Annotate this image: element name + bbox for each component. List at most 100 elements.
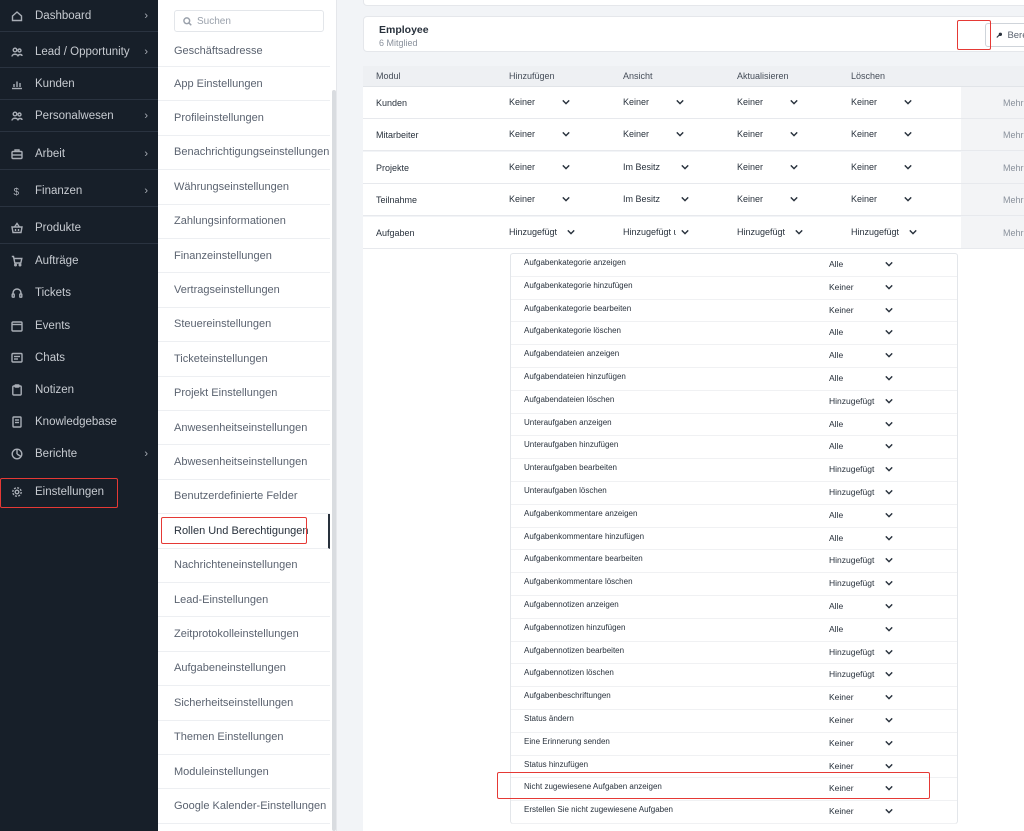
sidebar-item-events[interactable]: Events xyxy=(0,310,158,342)
permissions-button[interactable]: Berechtigungen xyxy=(985,23,1024,47)
sidebar-item-knowledgebase[interactable]: Knowledgebase xyxy=(0,406,158,438)
task-permission-select[interactable]: Alle xyxy=(829,510,893,520)
sidebar-item-auftraege[interactable]: Aufträge xyxy=(0,245,158,277)
chevron-down-icon xyxy=(877,375,893,381)
settings-item-moduleinstellungen[interactable]: Moduleinstellungen xyxy=(158,755,330,790)
permission-select-add[interactable]: Keiner xyxy=(509,162,570,172)
task-permission-select[interactable]: Keiner xyxy=(829,783,893,793)
settings-item-benachrichtigungseinstellungen[interactable]: Benachrichtigungseinstellungen xyxy=(158,136,330,171)
settings-item-waehrungseinstellungen[interactable]: Währungseinstellungen xyxy=(158,170,330,205)
task-permission-label: Eine Erinnerung senden xyxy=(524,736,610,746)
sidebar-item-notizen[interactable]: Notizen xyxy=(0,374,158,406)
more-link[interactable]: Mehr xyxy=(1003,163,1024,173)
more-link[interactable]: Mehr xyxy=(1003,195,1024,205)
settings-item-google-kalender-einstellungen[interactable]: Google Kalender-Einstellungen xyxy=(158,789,330,824)
permission-select-view[interactable]: Keiner xyxy=(623,97,684,107)
more-link[interactable]: Mehr xyxy=(1003,98,1024,108)
permission-select-delete[interactable]: Keiner xyxy=(851,129,912,139)
sidebar-item-finanzen[interactable]: $ Finanzen › xyxy=(0,175,158,207)
settings-item-themen-einstellungen[interactable]: Themen Einstellungen xyxy=(158,721,330,755)
sidebar-item-einstellungen[interactable]: Einstellungen xyxy=(0,476,158,508)
task-permission-select[interactable]: Keiner xyxy=(829,761,893,771)
sidebar-item-berichte[interactable]: Berichte › xyxy=(0,438,158,470)
permission-select-update[interactable]: Keiner xyxy=(737,194,798,204)
task-permission-row: Aufgabennotizen bearbeiten Hinzugefügt xyxy=(511,642,957,665)
task-permission-select[interactable]: Alle xyxy=(829,533,893,543)
more-link[interactable]: Mehr xyxy=(1003,228,1024,238)
select-value: Alle xyxy=(829,350,844,361)
permission-select-update[interactable]: Keiner xyxy=(737,97,798,107)
task-permission-row: Aufgabennotizen hinzufügen Alle xyxy=(511,619,957,642)
permission-select-update[interactable]: Keiner xyxy=(737,162,798,172)
settings-item-benutzerdefinierte-felder[interactable]: Benutzerdefinierte Felder xyxy=(158,480,330,515)
more-link[interactable]: Mehr xyxy=(1003,130,1024,140)
task-permission-select[interactable]: Alle xyxy=(829,373,893,383)
settings-item-steuereinstellungen[interactable]: Steuereinstellungen xyxy=(158,308,330,343)
permission-select-view[interactable]: Im Besitz xyxy=(623,162,689,172)
task-permission-select[interactable]: Hinzugefügt xyxy=(829,669,893,679)
settings-item-profileinstellungen[interactable]: Profileinstellungen xyxy=(158,101,330,136)
settings-item-app-einstellungen[interactable]: App Einstellungen xyxy=(158,67,330,102)
task-permission-select[interactable]: Keiner xyxy=(829,738,893,748)
settings-item-anwesenheitseinstellungen[interactable]: Anwesenheitseinstellungen xyxy=(158,411,330,446)
task-permission-select[interactable]: Hinzugefügt xyxy=(829,578,893,588)
settings-item-finanzeinstellungen[interactable]: Finanzeinstellungen xyxy=(158,239,330,274)
sidebar-item-arbeit[interactable]: Arbeit › xyxy=(0,138,158,170)
task-permission-select[interactable]: Alle xyxy=(829,441,893,451)
settings-search[interactable] xyxy=(174,10,324,32)
permission-select-delete[interactable]: Hinzugefügt xyxy=(851,227,917,237)
settings-item-abwesenheitseinstellungen[interactable]: Abwesenheitseinstellungen xyxy=(158,445,330,480)
settings-item-aufgabeneinstellungen[interactable]: Aufgabeneinstellungen xyxy=(158,652,330,687)
permission-select-update[interactable]: Hinzugefügt xyxy=(737,227,803,237)
task-permission-select[interactable]: Keiner xyxy=(829,305,893,315)
permission-select-update[interactable]: Keiner xyxy=(737,129,798,139)
sidebar-item-dashboard[interactable]: Dashboard › xyxy=(0,0,158,32)
task-permission-select[interactable]: Keiner xyxy=(829,282,893,292)
permission-select-add[interactable]: Keiner xyxy=(509,194,570,204)
settings-item-zeitprotokolleinstellungen[interactable]: Zeitprotokolleinstellungen xyxy=(158,617,330,652)
settings-item-lead-einstellungen[interactable]: Lead-Einstellungen xyxy=(158,583,330,618)
permission-select-view[interactable]: Keiner xyxy=(623,129,684,139)
permission-select-add[interactable]: Keiner xyxy=(509,97,570,107)
task-permission-row: Aufgabendateien löschen Hinzugefügt xyxy=(511,391,957,414)
settings-item-ticketeinstellungen[interactable]: Ticketeinstellungen xyxy=(158,342,330,377)
settings-item-geschaeftsadresse[interactable]: Geschäftsadresse xyxy=(158,36,330,67)
task-permission-select[interactable]: Keiner xyxy=(829,692,893,702)
settings-item-projekt-einstellungen[interactable]: Projekt Einstellungen xyxy=(158,377,330,411)
sidebar-item-lead-opportunity[interactable]: Lead / Opportunity › xyxy=(0,36,158,68)
permission-select-delete[interactable]: Keiner xyxy=(851,97,912,107)
task-permission-select[interactable]: Keiner xyxy=(829,806,893,816)
settings-item-rollen-und-berechtigungen[interactable]: Rollen Und Berechtigungen xyxy=(158,514,330,549)
sidebar-item-chats[interactable]: Chats xyxy=(0,342,158,374)
task-permission-select[interactable]: Hinzugefügt xyxy=(829,464,893,474)
task-permission-select[interactable]: Hinzugefügt xyxy=(829,647,893,657)
settings-item-sicherheitseinstellungen[interactable]: Sicherheitseinstellungen xyxy=(158,686,330,721)
task-permission-select[interactable]: Alle xyxy=(829,350,893,360)
task-permission-select[interactable]: Alle xyxy=(829,624,893,634)
settings-item-nachrichteneinstellungen[interactable]: Nachrichteneinstellungen xyxy=(158,549,330,583)
settings-scrollbar[interactable] xyxy=(332,90,336,831)
settings-item-zahlungsinformationen[interactable]: Zahlungsinformationen xyxy=(158,205,330,239)
task-permission-select[interactable]: Alle xyxy=(829,419,893,429)
task-permission-select[interactable]: Alle xyxy=(829,259,893,269)
settings-item-vertragseinstellungen[interactable]: Vertragseinstellungen xyxy=(158,273,330,308)
task-permission-select[interactable]: Hinzugefügt xyxy=(829,396,893,406)
chevron-down-icon xyxy=(877,580,893,586)
task-permission-select[interactable]: Alle xyxy=(829,601,893,611)
permission-select-add[interactable]: Keiner xyxy=(509,129,570,139)
sidebar-item-personalwesen[interactable]: Personalwesen › xyxy=(0,100,158,132)
task-permission-select[interactable]: Hinzugefügt xyxy=(829,555,893,565)
task-permission-select[interactable]: Alle xyxy=(829,327,893,337)
header-module: Modul xyxy=(376,71,401,81)
settings-search-input[interactable] xyxy=(197,15,317,27)
sidebar-item-tickets[interactable]: Tickets xyxy=(0,277,158,309)
permission-select-view[interactable]: Im Besitz xyxy=(623,194,689,204)
permission-select-view[interactable]: Hinzugefügt u xyxy=(623,227,689,237)
task-permission-select[interactable]: Keiner xyxy=(829,715,893,725)
sidebar-item-kunden[interactable]: Kunden xyxy=(0,68,158,100)
permission-select-delete[interactable]: Keiner xyxy=(851,162,912,172)
permission-select-add[interactable]: Hinzugefügt xyxy=(509,227,575,237)
sidebar-item-produkte[interactable]: Produkte xyxy=(0,212,158,244)
permission-select-delete[interactable]: Keiner xyxy=(851,194,912,204)
task-permission-select[interactable]: Hinzugefügt xyxy=(829,487,893,497)
